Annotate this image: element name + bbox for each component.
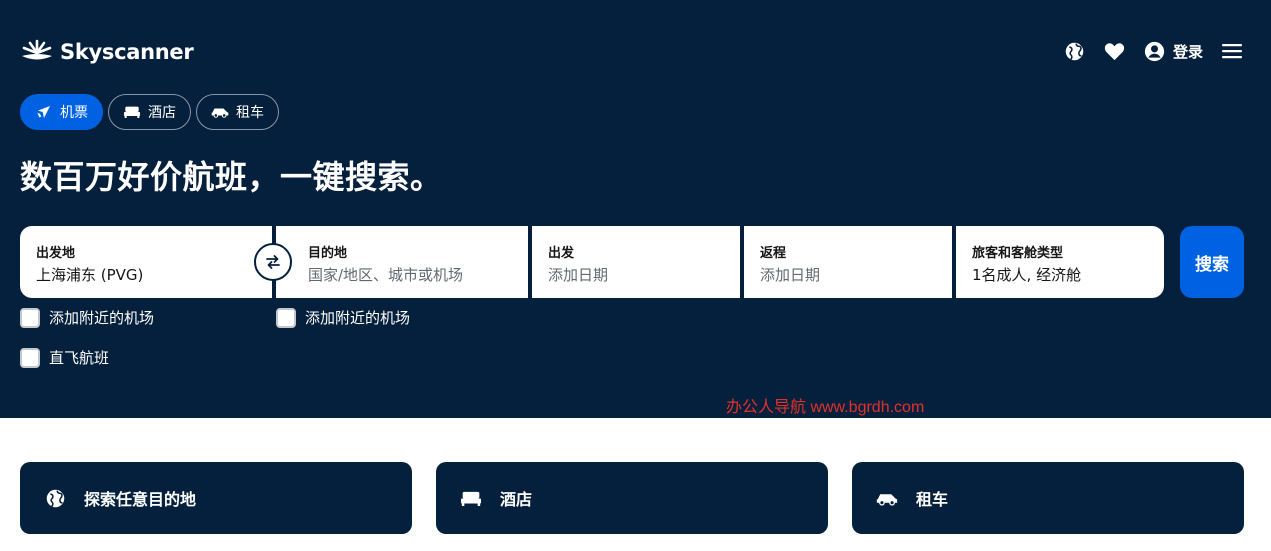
plane-icon — [35, 103, 53, 121]
hero-section: Skyscanner 登录 机票 酒店 租车 数百万好价航班，一键搜索。 出发地… — [0, 0, 1271, 418]
card-label: 租车 — [916, 490, 949, 509]
tab-flights[interactable]: 机票 — [20, 94, 103, 130]
travellers-cabin-field[interactable]: 旅客和客舱类型 1名成人, 经济舱 — [956, 226, 1164, 298]
tab-label: 机票 — [60, 105, 88, 121]
destination-placeholder: 国家/地区、城市或机场 — [308, 266, 464, 284]
sunrise-logo-icon — [22, 39, 52, 60]
page-headline: 数百万好价航班，一键搜索。 — [20, 158, 443, 196]
return-label: 返程 — [760, 246, 787, 261]
swap-button[interactable] — [254, 243, 292, 281]
travellers-label: 旅客和客舱类型 — [972, 246, 1064, 261]
account-icon — [1144, 41, 1165, 61]
card-label: 酒店 — [500, 490, 533, 509]
return-placeholder: 添加日期 — [760, 266, 821, 284]
car-icon — [211, 103, 229, 121]
destination-label: 目的地 — [308, 246, 348, 261]
checkbox-label: 直飞航班 — [49, 349, 110, 367]
car-icon — [876, 487, 898, 509]
tab-label: 租车 — [236, 105, 264, 121]
login-button[interactable]: 登录 — [1144, 41, 1203, 62]
checkbox-label: 添加附近的机场 — [49, 309, 155, 327]
direct-flights-checkbox[interactable]: 直飞航班 — [20, 347, 109, 368]
bed-icon — [460, 487, 482, 509]
checkbox-box[interactable] — [276, 307, 296, 328]
depart-date-field[interactable]: 出发 添加日期 — [532, 226, 740, 298]
swap-arrows-icon — [266, 255, 280, 269]
search-button[interactable]: 搜索 — [1180, 226, 1244, 298]
hotels-card[interactable]: 酒店 — [436, 462, 828, 534]
tab-label: 酒店 — [148, 105, 176, 121]
quick-links: 探索任意目的地 酒店 租车 — [20, 462, 1244, 534]
product-tabs: 机票 酒店 租车 — [20, 94, 279, 130]
tab-hotels[interactable]: 酒店 — [108, 94, 191, 130]
nearby-origin-airports-checkbox[interactable]: 添加附近的机场 — [20, 307, 154, 328]
bed-icon — [123, 103, 141, 121]
flight-search-form: 出发地 上海浦东 (PVG) 目的地 国家/地区、城市或机场 出发 添加日期 返… — [20, 226, 1164, 298]
depart-label: 出发 — [548, 246, 575, 261]
hamburger-menu-icon[interactable] — [1221, 40, 1243, 62]
card-label: 探索任意目的地 — [84, 490, 197, 509]
destination-field[interactable]: 目的地 国家/地区、城市或机场 — [276, 226, 528, 298]
return-date-field[interactable]: 返程 添加日期 — [744, 226, 952, 298]
globe-icon — [44, 487, 66, 509]
login-label: 登录 — [1172, 42, 1203, 61]
brand-name: Skyscanner — [60, 40, 194, 64]
car-hire-card[interactable]: 租车 — [852, 462, 1244, 534]
checkbox-label: 添加附近的机场 — [305, 309, 411, 327]
travellers-value: 1名成人, 经济舱 — [972, 266, 1082, 284]
origin-field[interactable]: 出发地 上海浦东 (PVG) — [20, 226, 272, 298]
origin-value: 上海浦东 (PVG) — [36, 266, 144, 284]
nearby-destination-airports-checkbox[interactable]: 添加附近的机场 — [276, 307, 410, 328]
origin-label: 出发地 — [36, 246, 76, 261]
top-navigation: 登录 — [1046, 38, 1243, 64]
watermark-text: 办公人导航 www.bgrdh.com — [726, 399, 925, 416]
tab-car-hire[interactable]: 租车 — [196, 94, 279, 130]
depart-placeholder: 添加日期 — [548, 266, 609, 284]
globe-icon[interactable] — [1064, 40, 1086, 62]
explore-everywhere-card[interactable]: 探索任意目的地 — [20, 462, 412, 534]
skyscanner-logo[interactable]: Skyscanner — [20, 36, 194, 68]
checkbox-box[interactable] — [20, 347, 40, 368]
checkbox-box[interactable] — [20, 307, 40, 328]
heart-icon[interactable] — [1104, 40, 1126, 62]
